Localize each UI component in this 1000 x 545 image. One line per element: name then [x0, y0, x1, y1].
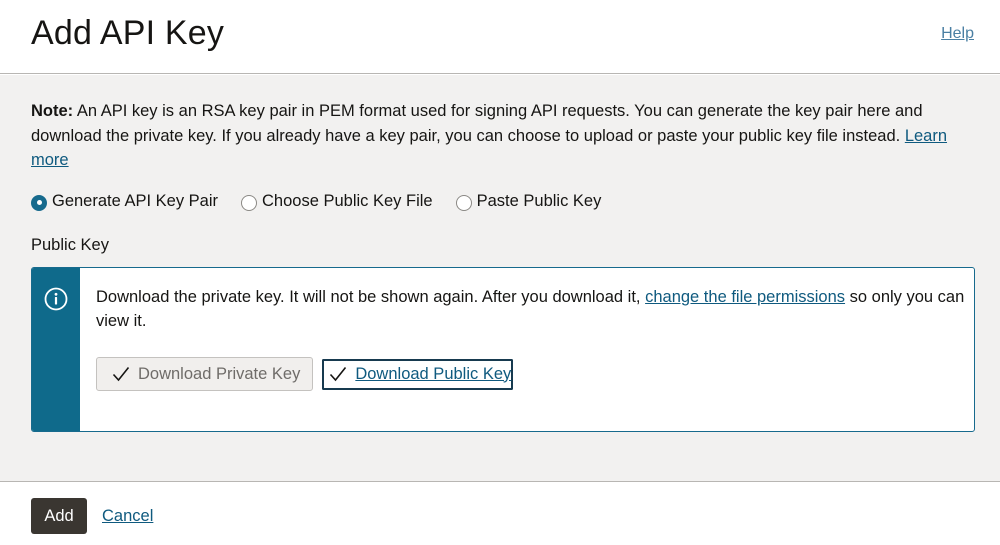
change-file-permissions-link[interactable]: change the file permissions [645, 288, 845, 306]
public-key-label: Public Key [31, 236, 109, 254]
info-message-text: Download the private key. It will not be… [96, 285, 966, 333]
info-circle-icon [44, 287, 68, 311]
dialog-body: Note: An API key is an RSA key pair in P… [0, 75, 1000, 481]
page-title: Add API Key [31, 14, 225, 52]
radio-generate-key-pair[interactable]: Generate API Key Pair [31, 192, 218, 211]
radio-paste-public-key[interactable]: Paste Public Key [455, 191, 602, 211]
add-button[interactable]: Add [31, 498, 87, 534]
radio-unselected-indicator[interactable] [455, 194, 472, 211]
download-public-key-label: Download Public Key [355, 364, 512, 383]
radio-choose-file-label: Choose Public Key File [262, 191, 433, 210]
download-private-key-button[interactable]: Download Private Key [96, 357, 314, 391]
page-header: Add API Key Help [0, 0, 1000, 74]
radio-selected-indicator[interactable] [31, 194, 47, 211]
check-icon [112, 367, 130, 382]
download-button-row: Download Private Key Download Public Key [96, 357, 515, 391]
note-paragraph: Note: An API key is an RSA key pair in P… [31, 99, 951, 173]
note-text: An API key is an RSA key pair in PEM for… [31, 102, 923, 145]
download-private-key-label: Download Private Key [138, 364, 301, 383]
download-public-key-button[interactable]: Download Public Key [321, 357, 515, 391]
key-source-radio-group: Generate API Key Pair Choose Public Key … [31, 189, 601, 213]
radio-choose-public-key-file[interactable]: Choose Public Key File [241, 192, 433, 211]
cancel-link[interactable]: Cancel [102, 507, 153, 526]
info-text-before: Download the private key. It will not be… [96, 288, 646, 306]
info-bar [32, 268, 80, 431]
info-message-box: Download the private key. It will not be… [31, 267, 975, 432]
radio-unselected-indicator[interactable] [241, 194, 258, 211]
check-icon [330, 367, 347, 382]
radio-paste-label: Paste Public Key [476, 191, 602, 210]
radio-generate-label: Generate API Key Pair [52, 191, 219, 210]
help-link[interactable]: Help [941, 25, 974, 43]
dialog-footer: Add Cancel [0, 481, 1000, 545]
note-label: Note: [31, 102, 74, 120]
